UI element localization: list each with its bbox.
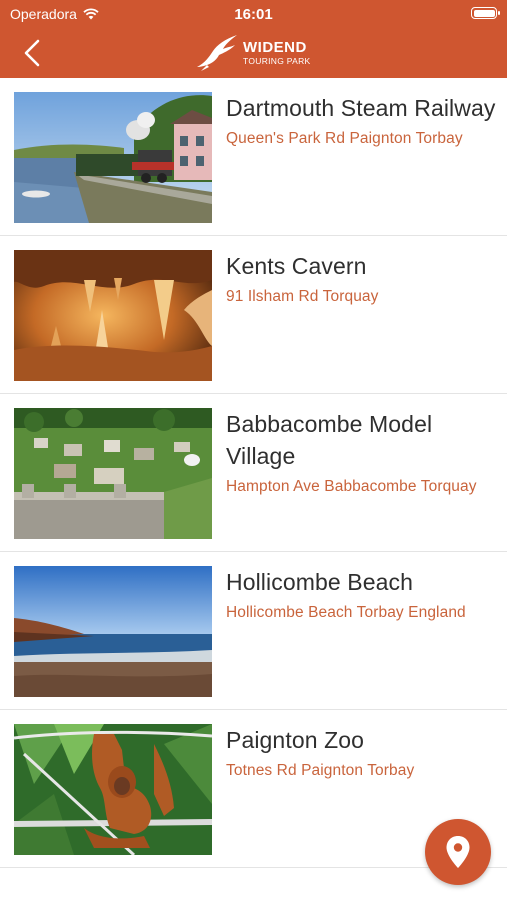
attraction-name: Kents Cavern xyxy=(226,253,367,279)
list-item[interactable]: Kents Cavern 91 Ilsham Rd Torquay xyxy=(0,236,507,394)
attraction-name: Hollicombe Beach xyxy=(226,569,413,595)
back-button[interactable] xyxy=(18,36,48,70)
item-text: Dartmouth Steam Railway Queen's Park Rd … xyxy=(226,92,499,150)
item-text: Babbacombe Model Village Hampton Ave Bab… xyxy=(226,408,499,498)
attraction-address: Totnes Rd Paignton Torbay xyxy=(226,762,415,779)
item-text: Kents Cavern 91 Ilsham Rd Torquay xyxy=(226,250,499,308)
eagle-icon xyxy=(197,35,237,71)
steam-train-photo xyxy=(14,92,212,223)
battery-icon xyxy=(471,7,500,19)
beach-photo xyxy=(14,566,212,697)
chevron-left-icon xyxy=(24,39,40,67)
park-logo: WIDEND TOURING PARK xyxy=(195,33,311,73)
attraction-address: Hampton Ave Babbacombe Torquay xyxy=(226,478,477,495)
list-item[interactable]: Dartmouth Steam Railway Queen's Park Rd … xyxy=(0,78,507,236)
map-pin-icon xyxy=(446,836,470,868)
logo-subtitle: TOURING PARK xyxy=(243,56,311,67)
clock: 16:01 xyxy=(234,6,273,23)
list-item[interactable]: Babbacombe Model Village Hampton Ave Bab… xyxy=(0,394,507,552)
attraction-address: 91 Ilsham Rd Torquay xyxy=(226,288,379,305)
model-village-photo xyxy=(14,408,212,539)
attractions-list: Dartmouth Steam Railway Queen's Park Rd … xyxy=(0,78,507,868)
app-header: Operadora 16:01 WIDEND TOURING PARK xyxy=(0,0,507,78)
cavern-photo xyxy=(14,250,212,381)
attraction-name: Babbacombe Model Village xyxy=(226,411,433,469)
attraction-address: Queen's Park Rd Paignton Torbay xyxy=(226,130,463,147)
attraction-name: Paignton Zoo xyxy=(226,727,365,753)
attraction-name: Dartmouth Steam Railway xyxy=(226,95,496,121)
map-button[interactable] xyxy=(425,819,491,885)
logo-title: WIDEND xyxy=(243,39,307,57)
list-item[interactable]: Hollicombe Beach Hollicombe Beach Torbay… xyxy=(0,552,507,710)
orangutan-photo xyxy=(14,724,212,855)
status-bar: Operadora 16:01 xyxy=(0,0,507,28)
attraction-address: Hollicombe Beach Torbay England xyxy=(226,604,466,621)
item-text: Paignton Zoo Totnes Rd Paignton Torbay xyxy=(226,724,499,782)
item-text: Hollicombe Beach Hollicombe Beach Torbay… xyxy=(226,566,499,624)
